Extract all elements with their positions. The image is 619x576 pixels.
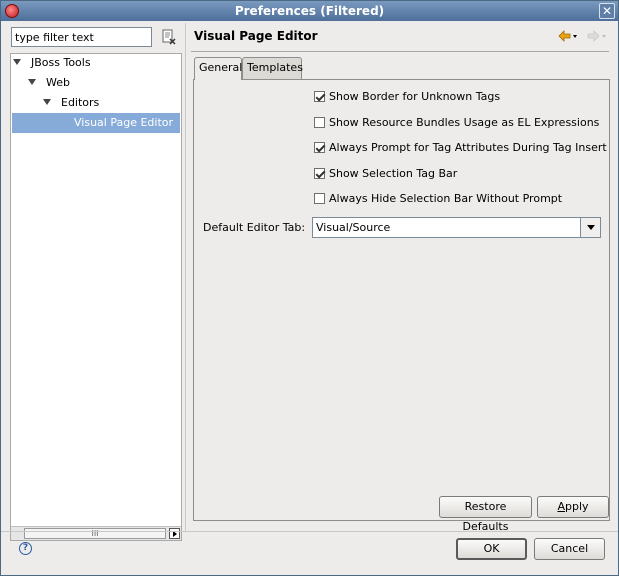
- option-label: Always Prompt for Tag Attributes During …: [329, 141, 607, 154]
- checkbox[interactable]: [314, 167, 325, 179]
- default-editor-tab-select[interactable]: Visual/Source: [312, 217, 601, 238]
- tree-item-jboss-tools[interactable]: JBoss Tools: [13, 53, 173, 73]
- option-always-hide-selection-bar[interactable]: Always Hide Selection Bar Without Prompt: [314, 191, 562, 207]
- expand-arrow-icon[interactable]: [13, 59, 21, 65]
- mnemonic: A: [557, 500, 565, 513]
- option-show-selection-tag-bar[interactable]: Show Selection Tag Bar: [314, 166, 457, 182]
- option-label: Show Resource Bundles Usage as EL Expres…: [329, 116, 600, 129]
- option-label: Always Hide Selection Bar Without Prompt: [329, 192, 563, 205]
- tree-item-label: JBoss Tools: [31, 56, 91, 69]
- preferences-navigation: JBoss Tools Web Editors Visual Page Edit…: [9, 25, 182, 541]
- tree-item-visual-page-editor[interactable]: Visual Page Editor: [12, 113, 180, 133]
- apply-button[interactable]: Apply: [537, 496, 609, 518]
- option-show-border-unknown-tags[interactable]: Show Border for Unknown Tags: [314, 89, 500, 105]
- cancel-button[interactable]: Cancel: [534, 538, 605, 560]
- expand-arrow-icon[interactable]: [28, 79, 36, 85]
- tree-item-editors[interactable]: Editors: [43, 93, 173, 113]
- default-editor-tab-label: Default Editor Tab:: [203, 221, 306, 234]
- page-title: Visual Page Editor: [194, 29, 318, 43]
- footer-separator: [1, 531, 618, 532]
- tab-general[interactable]: General: [194, 57, 242, 80]
- option-label: Show Selection Tag Bar: [329, 167, 458, 180]
- window-title: Preferences (Filtered): [234, 4, 385, 18]
- tree-item-label: Web: [46, 76, 70, 89]
- expand-arrow-icon[interactable]: [43, 99, 51, 105]
- tab-templates[interactable]: Templates: [242, 57, 303, 79]
- close-button[interactable]: ✕: [599, 3, 615, 19]
- tree-item-web[interactable]: Web: [28, 73, 168, 93]
- forward-arrow-icon[interactable]: [586, 29, 608, 43]
- button-label: Restore: [464, 500, 507, 513]
- title-bar[interactable]: Preferences (Filtered) ✕: [1, 1, 618, 21]
- preference-tree: JBoss Tools Web Editors Visual Page Edit…: [10, 53, 182, 541]
- option-show-resource-bundles[interactable]: Show Resource Bundles Usage as EL Expres…: [314, 115, 599, 131]
- checkbox[interactable]: [314, 141, 325, 153]
- ok-button[interactable]: OK: [456, 538, 527, 560]
- checkbox[interactable]: [314, 90, 325, 102]
- help-icon[interactable]: ?: [19, 542, 32, 555]
- filter-input[interactable]: [11, 27, 152, 47]
- clear-filter-icon[interactable]: [161, 29, 177, 45]
- restore-defaults-button[interactable]: Restore Defaults: [439, 496, 532, 533]
- tree-item-label: Editors: [61, 96, 100, 109]
- checkbox[interactable]: [314, 116, 325, 128]
- tree-item-label: Visual Page Editor: [74, 116, 174, 129]
- option-label: Show Border for Unknown Tags: [329, 90, 501, 103]
- pane-divider[interactable]: [185, 23, 186, 531]
- chevron-down-icon[interactable]: [580, 218, 600, 237]
- checkbox[interactable]: [314, 192, 325, 204]
- select-value: Visual/Source: [316, 221, 391, 234]
- scroll-right-button[interactable]: [169, 528, 180, 539]
- horizontal-scrollbar[interactable]: III: [11, 526, 181, 540]
- title-separator: [191, 51, 609, 52]
- option-always-prompt-tag-attributes[interactable]: Always Prompt for Tag Attributes During …: [314, 140, 607, 156]
- preferences-dialog: Preferences (Filtered) ✕ JBoss Tools Web…: [0, 0, 619, 576]
- button-label: pply: [565, 500, 589, 513]
- back-arrow-icon[interactable]: [558, 29, 578, 43]
- scroll-left-button[interactable]: [12, 528, 23, 539]
- scroll-thumb[interactable]: III: [24, 528, 166, 539]
